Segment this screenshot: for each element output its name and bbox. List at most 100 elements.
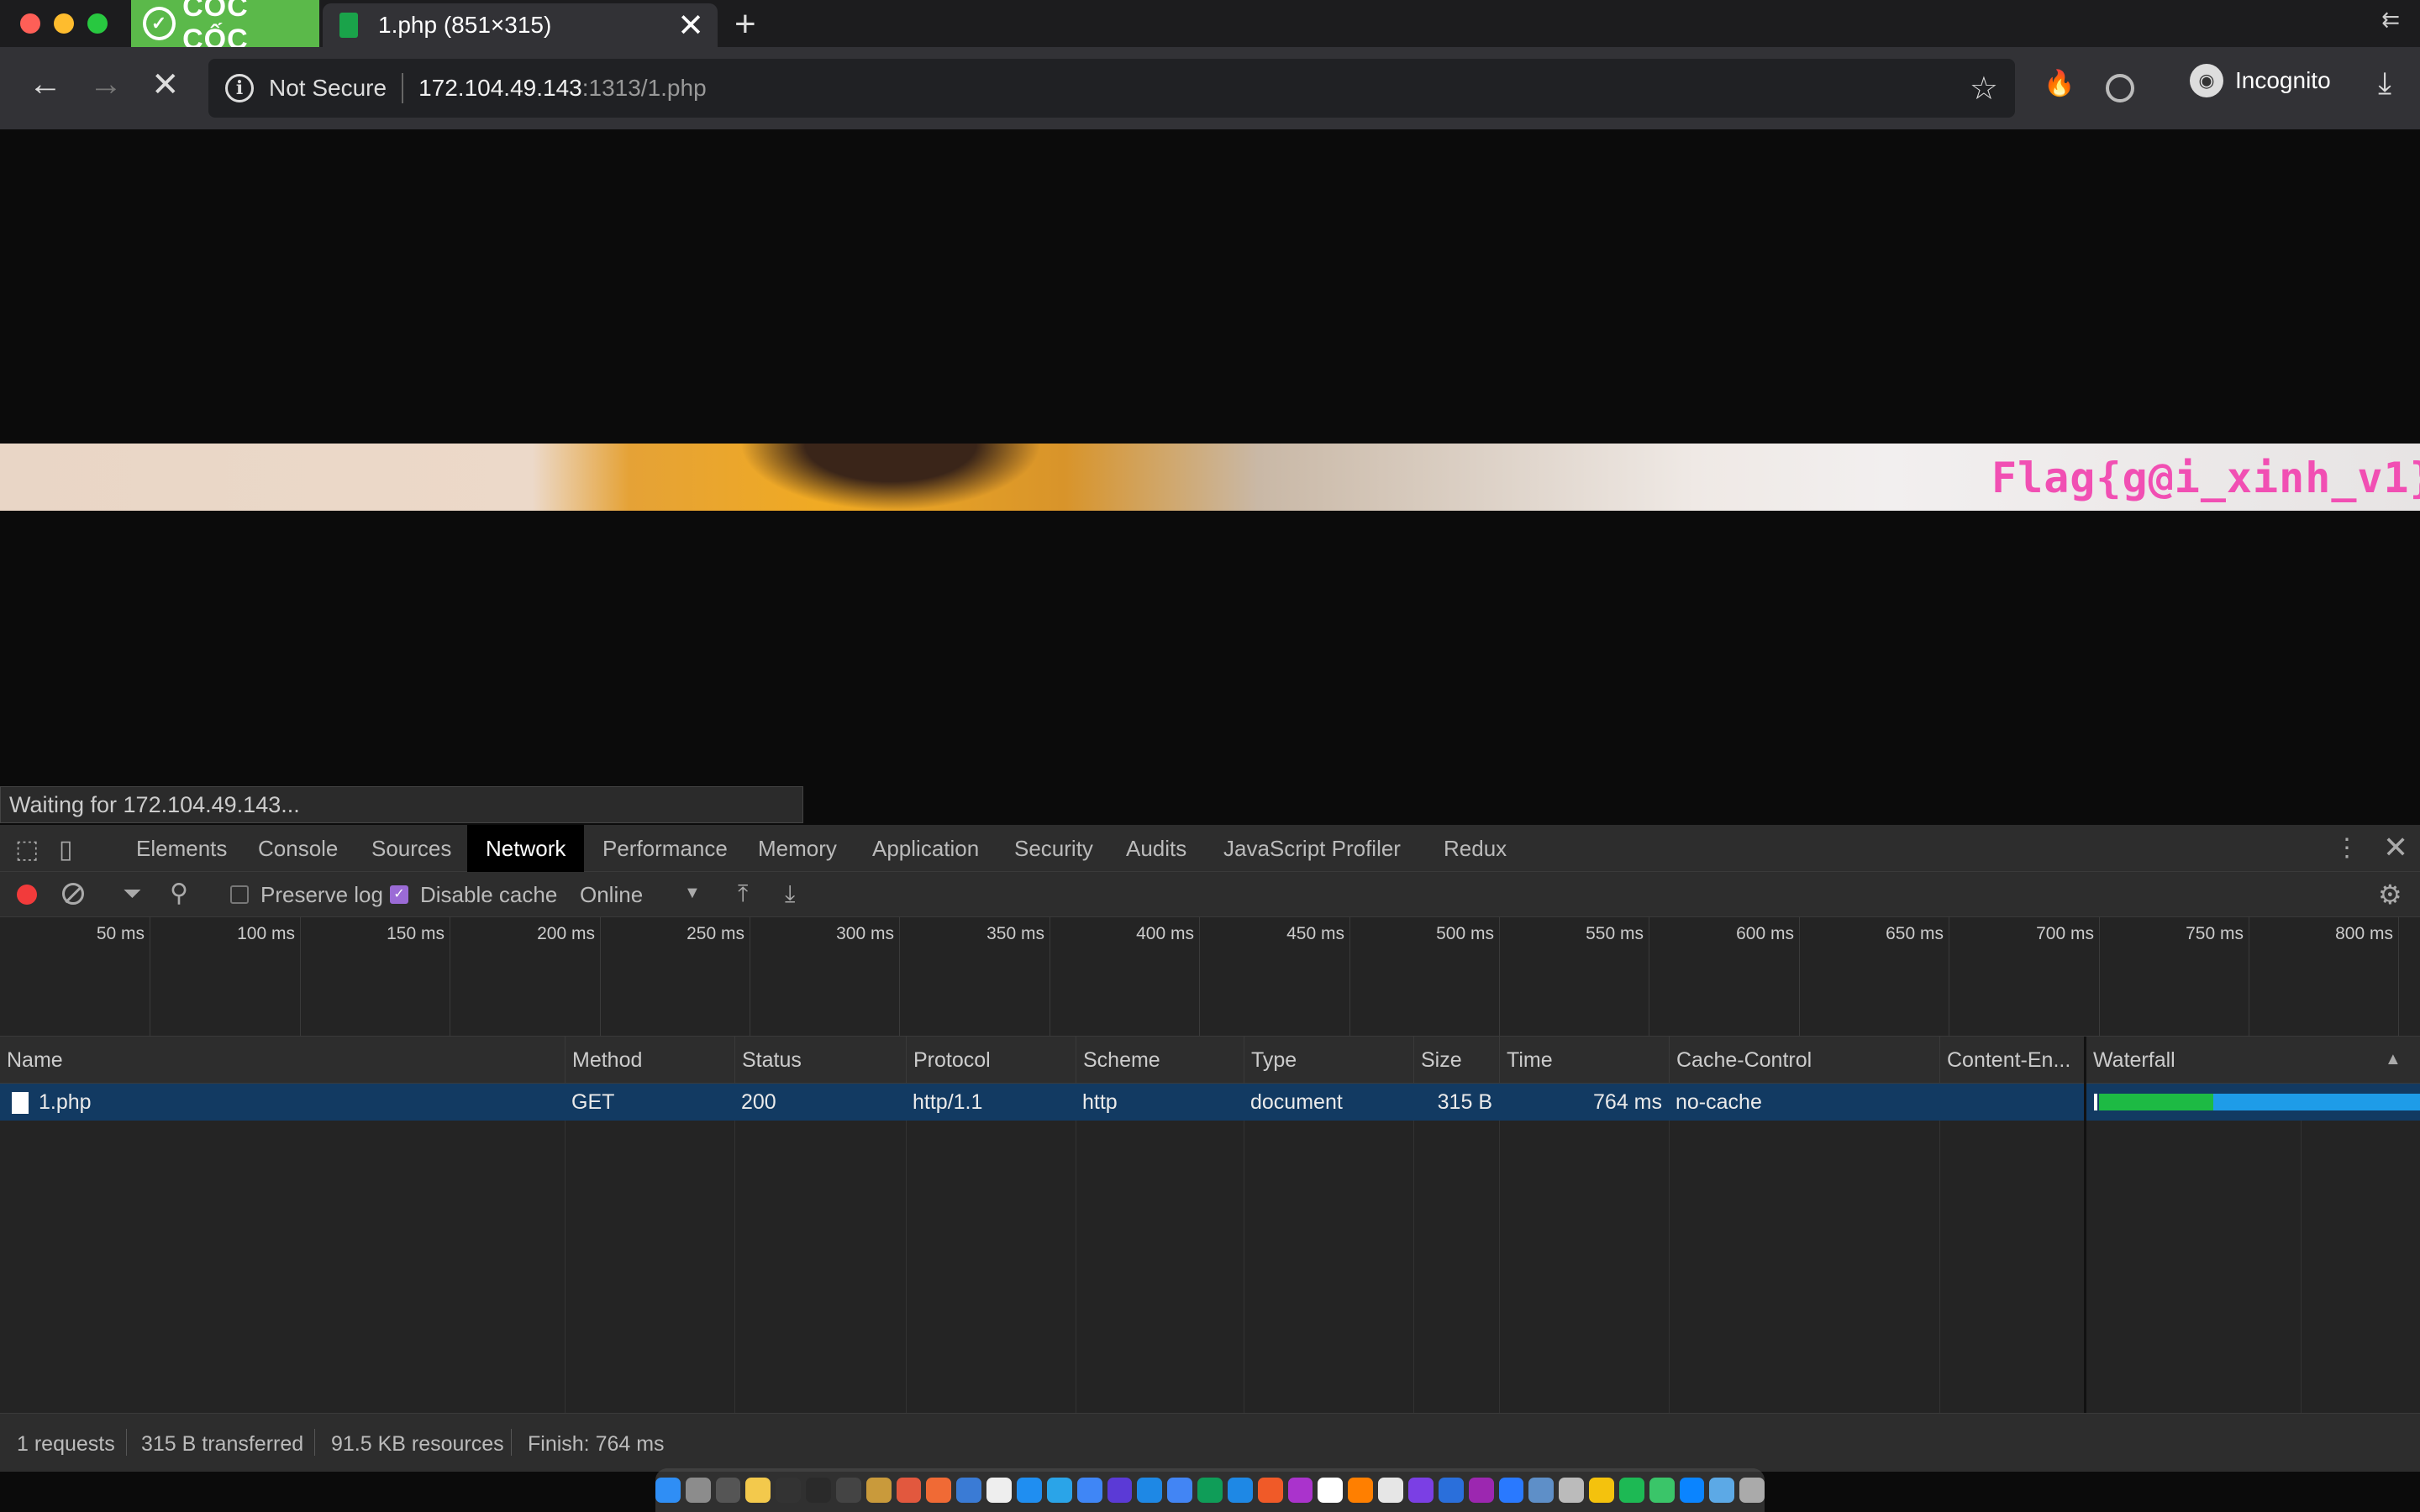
- column-header-name[interactable]: Name: [0, 1037, 565, 1084]
- tab-sources[interactable]: Sources: [353, 825, 470, 872]
- dock-app-icon[interactable]: [1287, 1478, 1313, 1503]
- column-header-scheme[interactable]: Scheme: [1076, 1037, 1244, 1084]
- back-icon[interactable]: ←: [29, 66, 62, 103]
- table-row[interactable]: 1.php GET 200 http/1.1 http document 315…: [0, 1084, 2420, 1121]
- dock-app-icon[interactable]: [1468, 1478, 1494, 1503]
- dock-app-icon[interactable]: [1649, 1478, 1675, 1503]
- network-overview[interactable]: 50 ms 100 ms 150 ms 200 ms 250 ms 300 ms 350 m…: [0, 917, 2420, 1053]
- device-toolbar-icon[interactable]: ▯: [59, 835, 73, 864]
- overview-tick-line: [2099, 917, 2100, 1037]
- forward-icon[interactable]: →: [89, 66, 123, 103]
- filter-icon[interactable]: ⏷: [123, 880, 141, 908]
- tab-redux[interactable]: Redux: [1425, 825, 1525, 872]
- dock-app-icon[interactable]: [835, 1478, 861, 1503]
- dock-app-icon[interactable]: [956, 1478, 982, 1503]
- close-tab-icon[interactable]: ✕: [674, 7, 708, 45]
- dock-app-icon[interactable]: [1407, 1478, 1434, 1503]
- record-button[interactable]: [17, 885, 37, 905]
- dock-app-icon[interactable]: [745, 1478, 771, 1503]
- window-minimize-button[interactable]: [54, 13, 74, 34]
- dock-app-icon[interactable]: [896, 1478, 922, 1503]
- dock-app-icon[interactable]: [1046, 1478, 1072, 1503]
- download-icon[interactable]: ⤓: [2378, 66, 2391, 102]
- dock-app-icon[interactable]: [685, 1478, 711, 1503]
- tab-search-icon[interactable]: ⇇: [2381, 7, 2400, 33]
- dock-app-icon[interactable]: [1498, 1478, 1524, 1503]
- gear-icon[interactable]: ⚙: [2378, 879, 2402, 911]
- import-har-icon[interactable]: ⤒: [738, 880, 748, 908]
- dock-app-icon[interactable]: [715, 1478, 741, 1503]
- dock-app-icon[interactable]: [986, 1478, 1013, 1503]
- dock-app-icon[interactable]: [1709, 1478, 1735, 1503]
- column-header-size[interactable]: Size: [1413, 1037, 1499, 1084]
- tab-audits[interactable]: Audits: [1107, 825, 1205, 872]
- target-extension-icon[interactable]: [2106, 74, 2134, 102]
- column-header-time[interactable]: Time: [1499, 1037, 1669, 1084]
- column-header-status[interactable]: Status: [734, 1037, 904, 1084]
- dock-app-icon[interactable]: [1197, 1478, 1223, 1503]
- dock-app-icon[interactable]: [1167, 1478, 1193, 1503]
- dock-app-icon[interactable]: [1076, 1478, 1102, 1503]
- export-har-icon[interactable]: ⤓: [785, 880, 795, 908]
- dock-app-icon[interactable]: [1679, 1478, 1705, 1503]
- dock-app-icon[interactable]: [1618, 1478, 1644, 1503]
- dock-app-icon[interactable]: [655, 1478, 681, 1503]
- dock-app-icon[interactable]: [1559, 1478, 1585, 1503]
- close-devtools-icon[interactable]: ✕: [2383, 830, 2408, 865]
- security-label[interactable]: Not Secure: [269, 75, 387, 102]
- dock-app-icon[interactable]: [1227, 1478, 1253, 1503]
- dock-app-icon[interactable]: [1257, 1478, 1283, 1503]
- dock-app-icon[interactable]: [865, 1478, 892, 1503]
- preserve-log-label[interactable]: Preserve log: [260, 882, 383, 908]
- column-header-cache-control[interactable]: Cache-Control: [1669, 1037, 1939, 1084]
- column-header-type[interactable]: Type: [1244, 1037, 1413, 1084]
- dock-app-icon[interactable]: [1107, 1478, 1133, 1503]
- bookmark-star-icon[interactable]: ☆: [1970, 70, 1998, 108]
- dock-app-icon[interactable]: [1589, 1478, 1614, 1503]
- info-icon[interactable]: i: [225, 74, 254, 102]
- dock-app-icon[interactable]: [926, 1478, 952, 1503]
- address-bar[interactable]: i Not Secure 172.104.49.143:1313/1.php ☆: [208, 59, 2015, 118]
- column-header-method[interactable]: Method: [565, 1037, 734, 1084]
- browser-brand-button[interactable]: ✓ CỐC CỐC: [131, 0, 319, 55]
- search-icon[interactable]: ⚲: [170, 879, 188, 908]
- column-header-protocol[interactable]: Protocol: [906, 1037, 1076, 1084]
- clear-icon[interactable]: [62, 883, 84, 905]
- browser-tab[interactable]: 1.php (851×315) ✕: [323, 3, 718, 47]
- column-header-content-encoding[interactable]: Content-En...: [1939, 1037, 2084, 1084]
- dock-app-icon[interactable]: [1739, 1478, 1765, 1503]
- dock-app-icon[interactable]: [806, 1478, 831, 1503]
- waterfall-divider[interactable]: [2084, 1037, 2086, 1413]
- dock-app-icon[interactable]: [1438, 1478, 1464, 1503]
- tab-console[interactable]: Console: [239, 825, 356, 872]
- stop-loading-icon[interactable]: ✕: [151, 66, 180, 104]
- more-options-icon[interactable]: ⋮: [2334, 833, 2360, 863]
- tab-elements[interactable]: Elements: [118, 825, 245, 872]
- disable-cache-label[interactable]: Disable cache: [420, 882, 557, 908]
- window-maximize-button[interactable]: [87, 13, 108, 34]
- dock-app-icon[interactable]: [1137, 1478, 1163, 1503]
- dock-app-icon[interactable]: [1348, 1478, 1374, 1503]
- tab-javascript-profiler[interactable]: JavaScript Profiler: [1205, 825, 1419, 872]
- tab-memory[interactable]: Memory: [739, 825, 855, 872]
- incognito-indicator[interactable]: ◉ Incognito: [2190, 64, 2331, 97]
- disable-cache-checkbox[interactable]: ✓: [390, 885, 408, 904]
- sort-ascending-icon[interactable]: ▲: [2385, 1050, 2402, 1069]
- preserve-log-checkbox[interactable]: [230, 885, 249, 904]
- tab-application[interactable]: Application: [854, 825, 997, 872]
- tab-network[interactable]: Network: [467, 825, 585, 872]
- dock-app-icon[interactable]: [1318, 1478, 1344, 1503]
- dock-app-icon[interactable]: [776, 1478, 802, 1503]
- column-header-waterfall[interactable]: Waterfall: [2086, 1037, 2420, 1084]
- inspect-element-icon[interactable]: ⬚: [15, 835, 39, 864]
- tab-security[interactable]: Security: [996, 825, 1112, 872]
- dock-app-icon[interactable]: [1528, 1478, 1555, 1503]
- chevron-down-icon[interactable]: ▼: [684, 884, 701, 903]
- dock-app-icon[interactable]: [1017, 1478, 1042, 1503]
- dock-app-icon[interactable]: [1378, 1478, 1403, 1503]
- tab-performance[interactable]: Performance: [584, 825, 746, 872]
- new-tab-icon[interactable]: +: [734, 3, 756, 45]
- window-close-button[interactable]: [20, 13, 40, 34]
- cell-type: document: [1250, 1090, 1343, 1114]
- fire-extension-icon[interactable]: 🔥: [2044, 69, 2075, 98]
